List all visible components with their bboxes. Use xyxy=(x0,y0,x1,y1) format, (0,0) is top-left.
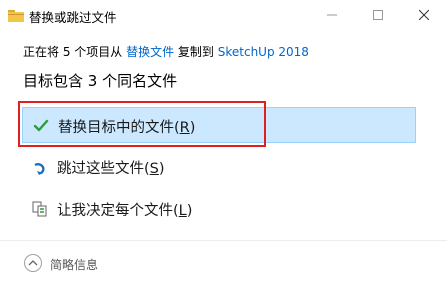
copy-info-middle: 复制到 xyxy=(174,45,218,59)
close-icon xyxy=(419,10,429,20)
folder-icon xyxy=(8,10,24,22)
compare-files-icon xyxy=(32,201,47,217)
decide-each-file-option[interactable]: 让我决定每个文件(L) xyxy=(22,191,416,227)
conflict-heading: 目标包含 3 个同名文件 xyxy=(23,72,178,90)
minimize-button[interactable] xyxy=(309,0,355,30)
destination-folder-link[interactable]: SketchUp 2018 xyxy=(218,45,309,59)
close-button[interactable] xyxy=(401,0,447,30)
copy-info-prefix: 正在将 5 个项目从 xyxy=(23,45,127,59)
minimize-icon xyxy=(327,14,337,16)
source-folder-link[interactable]: 替换文件 xyxy=(126,45,174,59)
chevron-up-icon xyxy=(24,254,42,272)
fewer-details-label: 简略信息 xyxy=(50,258,99,272)
maximize-icon xyxy=(373,10,383,20)
maximize-button[interactable] xyxy=(355,0,401,30)
skip-arrow-icon xyxy=(34,163,45,175)
copy-info: 正在将 5 个项目从 替换文件 复制到 SketchUp 2018 xyxy=(23,43,309,60)
decide-each-file-label: 让我决定每个文件(L) xyxy=(57,203,193,219)
highlight-box xyxy=(18,101,266,147)
window-title: 替换或跳过文件 xyxy=(29,10,117,25)
skip-files-label: 跳过这些文件(S) xyxy=(57,161,165,177)
skip-files-option[interactable]: 跳过这些文件(S) xyxy=(22,149,416,185)
title-bar: 替换或跳过文件 xyxy=(0,0,447,32)
